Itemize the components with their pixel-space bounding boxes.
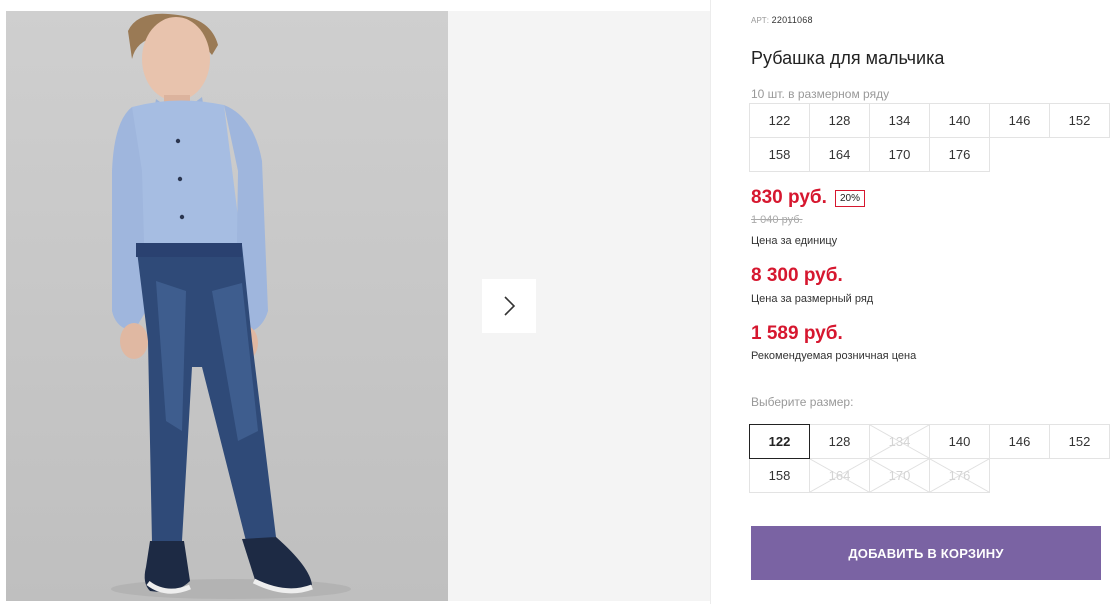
product-gallery [6,11,710,601]
discount-badge: 20% [835,190,866,207]
pack-size-cell: 170 [869,137,930,172]
size-option[interactable]: 152 [1049,424,1110,459]
size-option[interactable]: 122 [749,424,810,459]
unit-price-caption: Цена за единицу [751,235,838,247]
pack-price-caption: Цена за размерный ряд [751,293,874,305]
size-option-label: 140 [948,434,971,449]
column-divider [710,0,711,604]
retail-price: 1 589 руб. [751,323,843,344]
size-option-label: 134 [888,434,911,449]
retail-price-caption: Рекомендуемая розничная цена [751,350,917,362]
size-option-label: 128 [828,434,851,449]
pack-size-cell: 152 [1049,103,1110,138]
size-option: 170 [869,458,930,493]
size-select-label: Выберите размер: [751,395,854,409]
size-option-label: 122 [768,434,791,449]
pack-size-cell: 122 [749,103,810,138]
product-title: Рубашка для мальчика [751,48,945,68]
pack-size-cell: 146 [989,103,1050,138]
size-option[interactable]: 146 [989,424,1050,459]
size-option-label: 164 [828,468,851,483]
size-option-label: 152 [1068,434,1091,449]
size-option: 164 [809,458,870,493]
size-option[interactable]: 140 [929,424,990,459]
size-option[interactable]: 158 [749,458,810,493]
pack-price: 8 300 руб. [751,265,843,286]
pack-size-cell: 176 [929,137,990,172]
article-number: АРТ: 22011068 [751,15,813,25]
product-info: АРТ: 22011068 Рубашка для мальчика 10 шт… [749,0,1110,604]
article-label: АРТ: [751,16,770,25]
gallery-next-button[interactable] [482,279,536,333]
pack-size-cell: 140 [929,103,990,138]
chevron-right-icon [504,296,516,316]
boy-model-illustration [111,13,351,599]
size-option[interactable]: 128 [809,424,870,459]
pack-size-cell: 134 [869,103,930,138]
size-option: 134 [869,424,930,459]
size-option-label: 176 [948,468,971,483]
pack-size-cell: 128 [809,103,870,138]
size-option-label: 146 [1008,434,1031,449]
pack-size-cell: 164 [809,137,870,172]
old-price: 1 040 руб. [751,214,803,226]
pack-sizes-grid: 122 128 134 140 146 152 158 164 170 176 [749,103,1110,172]
size-option: 176 [929,458,990,493]
add-to-cart-button[interactable]: ДОБАВИТЬ В КОРЗИНУ [751,526,1101,580]
size-selector-grid: 122 128 134 140 146 152 158 164 170 176 [749,424,1110,493]
unit-price: 830 руб. [751,187,827,208]
article-value: 22011068 [771,15,813,25]
size-option-label: 158 [768,468,791,483]
size-option-label: 170 [888,468,911,483]
product-photo [6,11,448,601]
pack-info: 10 шт. в размерном ряду [751,87,890,101]
pack-size-cell: 158 [749,137,810,172]
